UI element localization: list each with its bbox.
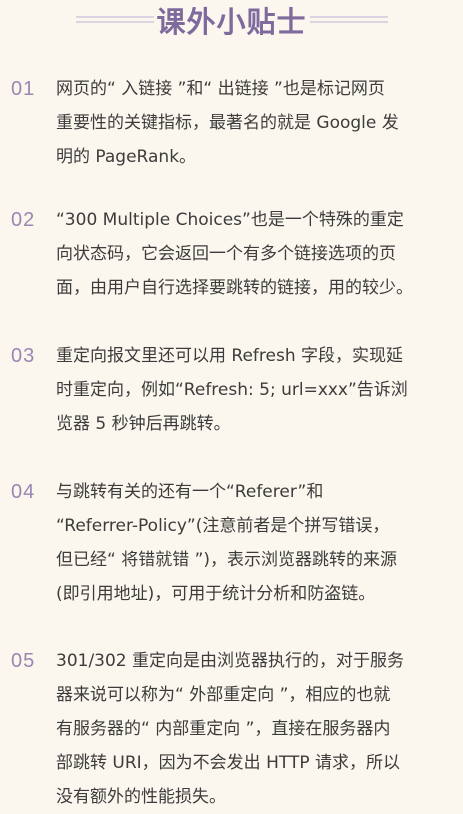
tip-number: 01: [11, 78, 36, 100]
tip-text: 与跳转有关的还有一个“Referer”和 “Referrer-Policy”(注…: [56, 475, 458, 611]
tip-number: 03: [11, 345, 36, 367]
tip-number: 02: [11, 209, 36, 231]
tip-line: “Referrer-Policy”(注意前者是个拼写错误，: [56, 516, 390, 536]
tip-text: 重定向报文里还可以用 Refresh 字段，实现延 时重定向，例如“Refres…: [56, 339, 458, 441]
header: 课外小贴士: [0, 0, 463, 48]
tip-text: 301/302 重定向是由浏览器执行的，对于服务 器来说可以称为“ 外部重定向 …: [56, 644, 458, 814]
tip-number: 04: [11, 481, 36, 503]
tip-line: 有服务器的“ 内部重定向 ”，直接在服务器内: [56, 719, 391, 739]
tip-line: 部跳转 URI，因为不会发出 HTTP 请求，所以: [56, 753, 400, 773]
tip-line: 明的 PageRank。: [56, 147, 197, 167]
decoration-line: [310, 16, 388, 18]
tip-line: 301/302 重定向是由浏览器执行的，对于服务: [56, 651, 405, 671]
tip-line: 没有额外的性能损失。: [56, 787, 226, 807]
tip-line: 与跳转有关的还有一个“Referer”和: [56, 482, 324, 502]
tip-text: “300 Multiple Choices”也是一个特殊的重定 向状态码，它会返…: [56, 203, 458, 305]
tip-line: 时重定向，例如“Refresh: 5; url=xxx”告诉浏: [56, 380, 408, 400]
tip-line: 重定向报文里还可以用 Refresh 字段，实现延: [56, 346, 404, 366]
tip-line: 向状态码，它会返回一个有多个链接选项的页: [56, 244, 396, 264]
tip-line: (即引用地址)，可用于统计分析和防盗链。: [56, 584, 376, 604]
tip-line: 网页的“ 入链接 ”和“ 出链接 ”也是标记网页: [56, 79, 385, 99]
tip-line: 面，由用户自行选择要跳转的链接，用的较少。: [56, 278, 413, 298]
tip-number: 05: [11, 650, 36, 672]
page-title: 课外小贴士: [156, 5, 307, 39]
decoration-line: [310, 21, 388, 23]
tip-text: 网页的“ 入链接 ”和“ 出链接 ”也是标记网页 重要性的关键指标，最著名的就是…: [56, 72, 458, 174]
tip-line: 但已经“ 将错就错 ”)，表示浏览器跳转的来源: [56, 550, 398, 570]
title-decoration-right: [310, 16, 388, 24]
tip-line: 器来说可以称为“ 外部重定向 ”，相应的也就: [56, 685, 391, 705]
tip-line: “300 Multiple Choices”也是一个特殊的重定: [56, 210, 404, 230]
tip-line: 览器 5 秒钟后再跳转。: [56, 414, 231, 434]
tip-line: 重要性的关键指标，最著名的就是 Google 发: [56, 113, 399, 133]
